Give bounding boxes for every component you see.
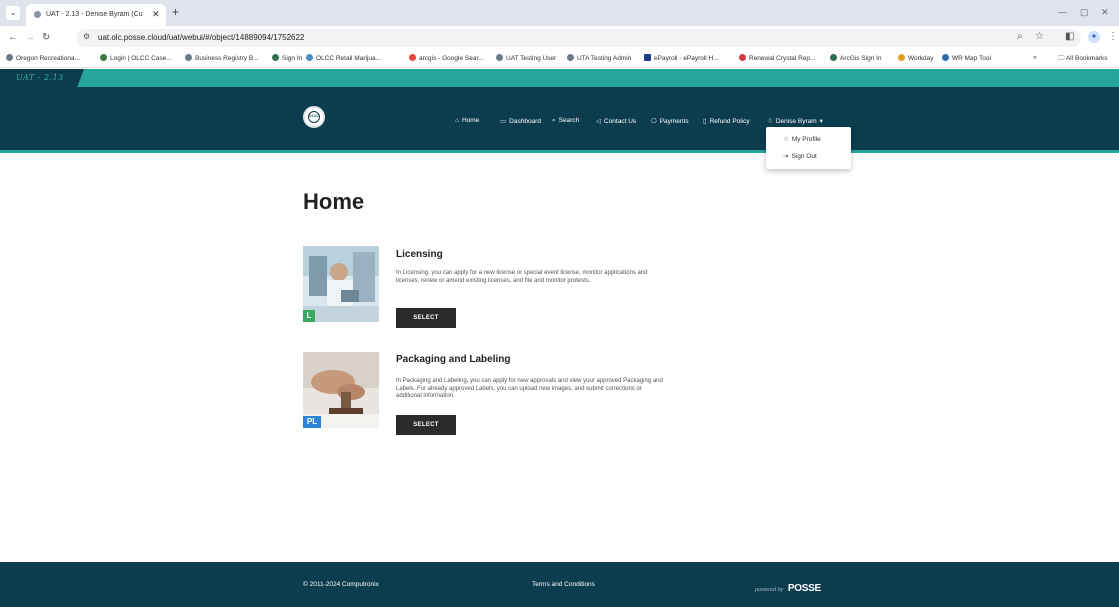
logo-text: OLCC [309, 114, 319, 118]
close-icon[interactable]: ✕ [152, 9, 160, 20]
all-bookmarks-button[interactable]: 🗀 All Bookmarks [1058, 54, 1108, 65]
user-icon: ☃ [767, 118, 773, 125]
menu-item-sign-out[interactable]: ⇥ Sign Out [783, 152, 817, 160]
bookmark-item[interactable]: Renewal Crystal Rep... [739, 54, 815, 62]
globe-icon [6, 54, 13, 61]
payments-icon: ⎔ [651, 118, 657, 125]
caret-down-icon: ▾ [819, 118, 823, 125]
search-icon: ⌕ [552, 117, 556, 124]
bookmark-item[interactable]: ArcGis Sign In [830, 54, 882, 62]
address-bar[interactable]: ⚙ uat.olc.posse.cloud/uat/webui/#/object… [76, 29, 1081, 47]
bookmark-icon [644, 54, 651, 61]
licensing-badge: L [303, 310, 315, 322]
bookmark-item[interactable]: Login | OLCC Case... [100, 54, 172, 62]
nav-contact-us[interactable]: ◁ Contact Us [596, 117, 636, 125]
nav-payments[interactable]: ⎔ Payments [651, 117, 689, 125]
bookmark-icon [306, 54, 313, 61]
side-panel-icon[interactable]: ◧ [1065, 31, 1074, 43]
bookmark-item[interactable]: Oregon Recreationa... [6, 54, 80, 62]
tab-search-button[interactable]: ⌄ [6, 6, 20, 20]
globe-icon [496, 54, 503, 61]
bookmark-icon [272, 54, 279, 61]
bookmark-item[interactable]: arcgis - Google Sear... [409, 54, 484, 62]
globe-icon [185, 54, 192, 61]
folder-icon: 🗀 [1058, 55, 1066, 62]
forward-icon[interactable]: → [25, 32, 35, 44]
tab-title: UAT - 2.13 - Denise Byram (Cu [46, 11, 143, 18]
browser-tab-bar: ⌄ UAT - 2.13 - Denise Byram (Cu ✕ + — ▢ … [0, 0, 1119, 26]
nav-search[interactable]: ⌕ Search [552, 117, 579, 125]
nav-refund-policy[interactable]: ▯ Refund Policy [703, 117, 750, 125]
zoom-icon[interactable]: ⌕ [1017, 31, 1023, 43]
bookmark-icon [100, 54, 107, 61]
user-dropdown-menu: ☃ My Profile ⇥ Sign Out [766, 127, 851, 169]
bookmark-item[interactable]: UAT Testing User [496, 54, 556, 62]
bookmarks-bar: Oregon Recreationa... Login | OLCC Case.… [0, 50, 1119, 68]
document-icon: ▯ [703, 118, 707, 125]
packaging-description: In Packaging and Labeling, you can apply… [396, 378, 663, 399]
sign-out-icon: ⇥ [783, 153, 789, 160]
send-icon: ◁ [596, 118, 601, 125]
packaging-image: PL [303, 352, 379, 428]
home-icon: ⌂ [455, 117, 459, 124]
copyright-text: © 2011-2024 Computronix [303, 581, 379, 588]
bookmark-item[interactable]: Workday [898, 54, 934, 62]
new-tab-icon[interactable]: + [172, 6, 179, 18]
packaging-badge: PL [303, 416, 321, 428]
nav-home[interactable]: ⌂ Home [455, 117, 479, 124]
reload-icon[interactable]: ↻ [42, 32, 50, 44]
url-text: uat.olc.posse.cloud/uat/webui/#/object/1… [98, 33, 305, 42]
environment-band: UAT - 2.13 [0, 69, 1119, 87]
environment-label: UAT - 2.13 [16, 73, 64, 82]
packaging-select-button[interactable]: SELECT [396, 415, 456, 435]
page-footer: © 2011-2024 Computronix Terms and Condit… [0, 562, 1119, 607]
powered-by-text: powered by [755, 587, 784, 593]
shield-icon [34, 11, 41, 18]
bookmark-icon [942, 54, 949, 61]
packaging-title: Packaging and Labeling [396, 354, 511, 365]
bookmark-item[interactable]: ePayroll - ePayroll H... [644, 54, 719, 62]
terms-link[interactable]: Terms and Conditions [532, 581, 595, 588]
google-icon [409, 54, 416, 61]
profile-avatar-icon[interactable]: ● [1088, 31, 1100, 43]
environment-tag: UAT - 2.13 [0, 69, 84, 87]
profile-icon: ☃ [783, 136, 789, 143]
menu-icon[interactable]: ⋮ [1108, 31, 1118, 43]
licensing-select-button[interactable]: SELECT [396, 308, 456, 328]
bookmark-item[interactable]: Business Registry B... [185, 54, 259, 62]
restore-icon[interactable]: ▢ [1080, 7, 1089, 18]
bookmark-icon [830, 54, 837, 61]
licensing-description: In Licensing, you can apply for a new li… [396, 270, 648, 284]
browser-tab[interactable]: UAT - 2.13 - Denise Byram (Cu ✕ [26, 4, 166, 26]
star-icon[interactable]: ☆ [1035, 31, 1044, 43]
globe-icon [567, 54, 574, 61]
posse-brand: POSSE [787, 583, 821, 594]
dashboard-icon: ▭ [500, 118, 507, 125]
nav-dashboard[interactable]: ▭ Dashboard [500, 117, 541, 125]
minimize-icon[interactable]: — [1058, 7, 1067, 17]
bookmark-item[interactable]: Sign In [272, 54, 302, 62]
site-info-icon[interactable]: ⚙ [83, 32, 90, 41]
bookmark-icon [898, 54, 905, 61]
bookmark-item[interactable]: OLCC Retail Marijua... [306, 54, 381, 62]
powered-by-posse[interactable]: powered by POSSE [755, 578, 821, 596]
olcc-logo[interactable]: OLCC [303, 106, 325, 128]
back-icon[interactable]: ← [8, 32, 18, 44]
bookmark-item[interactable]: UTA Testing Admin [567, 54, 631, 62]
browser-toolbar: ← → ↻ ⚙ uat.olc.posse.cloud/uat/webui/#/… [0, 26, 1119, 50]
menu-item-my-profile[interactable]: ☃ My Profile [783, 135, 821, 143]
bookmark-item[interactable]: WR Map Tool [942, 54, 991, 62]
app-header: OLCC ⌂ Home ▭ Dashboard ⌕ Search ◁ Contact U… [0, 87, 1119, 153]
bookmarks-overflow-button[interactable]: » [1033, 54, 1037, 61]
page-title: Home [303, 189, 365, 214]
licensing-image: L [303, 246, 379, 322]
bookmark-icon [739, 54, 746, 61]
nav-user-menu[interactable]: ☃ Denise Byram ▾ [767, 117, 823, 125]
window-close-icon[interactable]: ✕ [1101, 7, 1109, 18]
licensing-title: Licensing [396, 249, 443, 260]
